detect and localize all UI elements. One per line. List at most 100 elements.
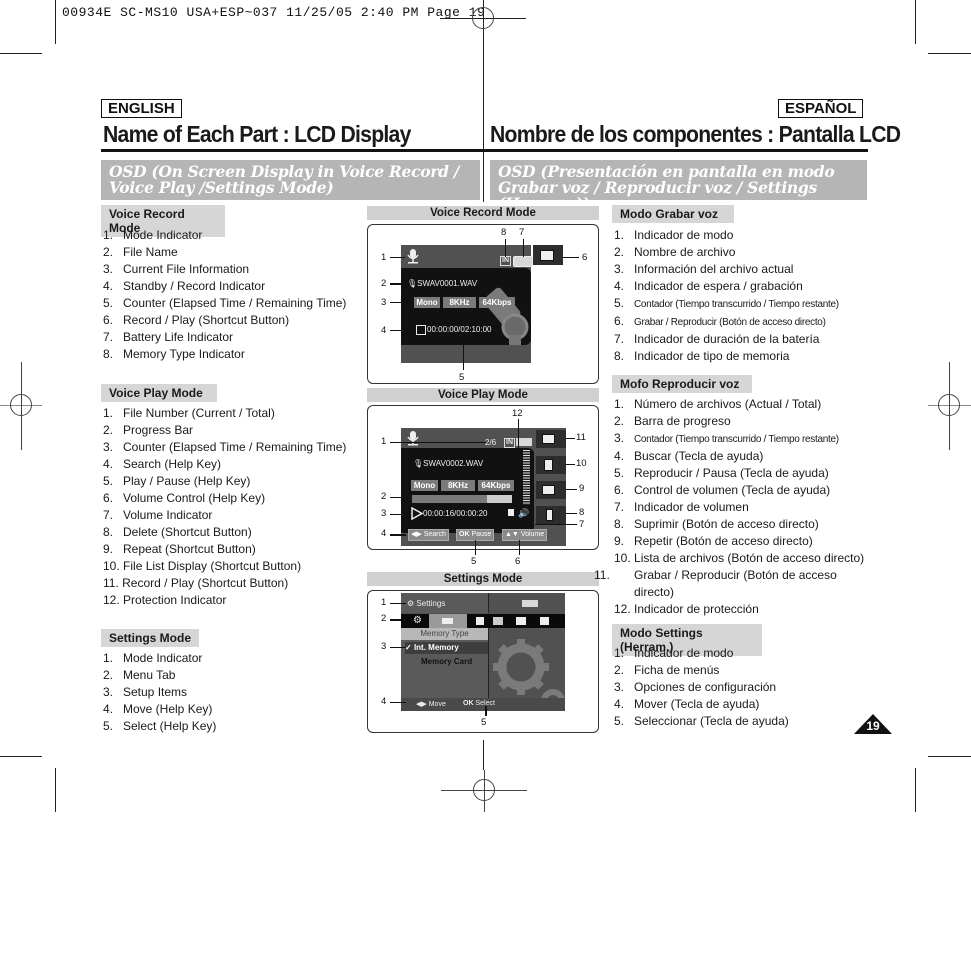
crop-mark	[55, 768, 56, 812]
list-item: 2. File Name	[103, 245, 178, 259]
list-item: 5. Counter (Elapsed Time / Remaining Time…	[103, 296, 347, 310]
list-item: 4. Move (Help Key)	[103, 702, 213, 716]
spanish-settings-list: 1. Indicador de modo 2. Ficha de menús 3. O…	[614, 645, 789, 730]
info-mono: Mono	[411, 480, 438, 491]
page-number-badge: 19	[854, 714, 892, 734]
crop-mark	[928, 756, 971, 757]
search-help-key[interactable]: ◀▶ Search	[408, 529, 449, 541]
select-help-key[interactable]: OK Select	[463, 700, 495, 707]
play-filename: 🎙SWAV0002.WAV	[413, 459, 484, 468]
list-item: 8. Delete (Shortcut Button)	[103, 525, 252, 539]
crop-mark	[915, 0, 916, 44]
list-item: 2. Barra de progreso	[614, 414, 731, 428]
list-item: 7. Battery Life Indicator	[103, 330, 234, 344]
spanish-voice-record-heading: Modo Grabar voz	[612, 205, 734, 223]
info-bitrate: 64Kbps	[478, 480, 514, 491]
list-item: 7. Volume Indicator	[103, 508, 213, 522]
list-item: 2. Progress Bar	[103, 423, 194, 437]
gear-icon: ⚙	[407, 599, 415, 608]
english-page-title: Name of Each Part : LCD Display	[103, 121, 411, 147]
option-int-memory[interactable]: ✓ Int. Memory	[405, 642, 488, 654]
settings-diagram-heading: Settings Mode	[367, 572, 599, 586]
memory-tab-active[interactable]	[429, 614, 467, 628]
list-item: 1. Mode Indicator	[103, 651, 203, 665]
mode-microphone-icon	[407, 431, 419, 446]
list-item: 4. Indicador de espera / grabación	[614, 279, 803, 293]
move-help-key[interactable]: ◀▶ Move	[416, 700, 446, 708]
option-memory-card[interactable]: Memory Card	[421, 657, 472, 666]
spanish-label: ESPAÑOL	[778, 99, 864, 118]
mode-microphone-icon	[407, 249, 419, 264]
print-header: 00934E SC-MS10 USA+ESP~037 11/25/05 2:40…	[62, 5, 486, 20]
memory-type-indicator: IN	[500, 256, 511, 266]
title-rule	[101, 149, 868, 152]
protection-lock-icon	[508, 509, 514, 516]
list-item: 1. Indicador de modo	[614, 228, 734, 242]
repeat-shortcut-button[interactable]	[536, 481, 566, 499]
battery-icon	[522, 600, 538, 607]
record-play-shortcut-button[interactable]	[533, 245, 563, 265]
english-settings-list: 1. Mode Indicator 2. Menu Tab 3. Setup Item…	[103, 650, 216, 735]
list-item: 8. Suprimir (Botón de acceso directo)	[614, 517, 819, 531]
volume-level-bar	[523, 450, 530, 505]
list-item: 3. Counter (Elapsed Time / Remaining Time…	[103, 440, 347, 454]
english-settings-heading: Settings Mode	[101, 629, 199, 647]
menu-title: Memory Type	[401, 628, 488, 640]
trash-icon	[546, 509, 553, 521]
menu-tab-bar[interactable]: ⚙	[401, 614, 565, 628]
settings-tab-icon: ⚙	[413, 615, 422, 626]
list-item: 3. Opciones de configuración	[614, 680, 777, 694]
info-sample-rate: 8KHz	[441, 480, 475, 491]
list-item: 12. Protection Indicator	[103, 593, 227, 607]
delete-shortcut-button[interactable]	[536, 506, 566, 524]
list-item: 1. Número de archivos (Actual / Total)	[614, 397, 822, 411]
list-item: 5. Reproducir / Pausa (Tecla de ayuda)	[614, 466, 829, 480]
progress-bar	[412, 495, 512, 503]
menu-tab-icon	[540, 617, 549, 625]
volume-icon: 🔊	[518, 508, 530, 518]
play-state-icon	[411, 507, 423, 520]
settings-help-bar: ◀▶ Move OK Select	[401, 698, 565, 711]
list-item: 4. Mover (Tecla de ayuda)	[614, 697, 760, 711]
list-item: 12. Indicador de protección	[614, 602, 759, 616]
list-item: 6. Control de volumen (Tecla de ayuda)	[614, 483, 831, 497]
info-bitrate: 64Kbps	[479, 297, 515, 308]
menu-tab-icon	[476, 617, 484, 625]
list-item: 6. Record / Play (Shortcut Button)	[103, 313, 290, 327]
spanish-voice-play-heading: Mofo Reproducir voz	[612, 375, 752, 393]
menu-tab-icon	[493, 617, 503, 625]
crop-mark	[0, 756, 42, 757]
file-list-shortcut-button[interactable]	[536, 456, 566, 474]
microphone-graphic-icon	[487, 287, 529, 345]
record-filename: 🎙SWAV0001.WAV	[407, 279, 478, 288]
record-lcd-screen: IN 🎙SWAV0001.WAV Mono 8KHz 64Kbps 00:00:…	[401, 245, 533, 363]
list-item: 2. Ficha de menús	[614, 663, 720, 677]
progress-bar-fill	[412, 495, 487, 503]
english-voice-play-list: 1. File Number (Current / Total) 2. Progre…	[103, 405, 346, 609]
file-number: 2/6	[485, 438, 497, 447]
list-item: 8. Memory Type Indicator	[103, 347, 245, 361]
crop-mark	[928, 53, 971, 54]
list-item: 9. Repeat (Shortcut Button)	[103, 542, 256, 556]
play-diagram-heading: Voice Play Mode	[367, 388, 599, 402]
list-item: 7. Indicador de volumen	[614, 500, 749, 514]
list-item: 5. Seleccionar (Tecla de ayuda)	[614, 714, 789, 728]
page-number: 19	[866, 719, 880, 733]
volume-help-key[interactable]: ▲▼ Volume	[502, 529, 548, 541]
center-divider	[483, 42, 484, 202]
list-item: 3. Información del archivo actual	[614, 262, 794, 276]
list-item: 1. Indicador de modo	[614, 646, 734, 660]
english-osd-heading: OSD (On Screen Display in Voice Record /…	[101, 160, 480, 200]
memory-type-indicator: IN	[504, 438, 515, 448]
english-voice-play-heading: Voice Play Mode	[101, 384, 217, 402]
info-sample-rate: 8KHz	[443, 297, 476, 308]
spanish-page-title: Nombre de los componentes : Pantalla LCD	[490, 121, 901, 147]
list-item: 4. Standby / Record Indicator	[103, 279, 266, 293]
spanish-osd-heading: OSD (Presentación en pantalla en modo Gr…	[490, 160, 867, 212]
record-play-shortcut-button[interactable]	[536, 430, 566, 448]
list-item: 4. Search (Help Key)	[103, 457, 222, 471]
list-item: 2. Nombre de archivo	[614, 245, 736, 259]
list-item: 3. Setup Items	[103, 685, 188, 699]
list-item: 3. Current File Information	[103, 262, 250, 276]
list-item: 6. Grabar / Reproducir (Botón de acceso d…	[614, 314, 826, 328]
